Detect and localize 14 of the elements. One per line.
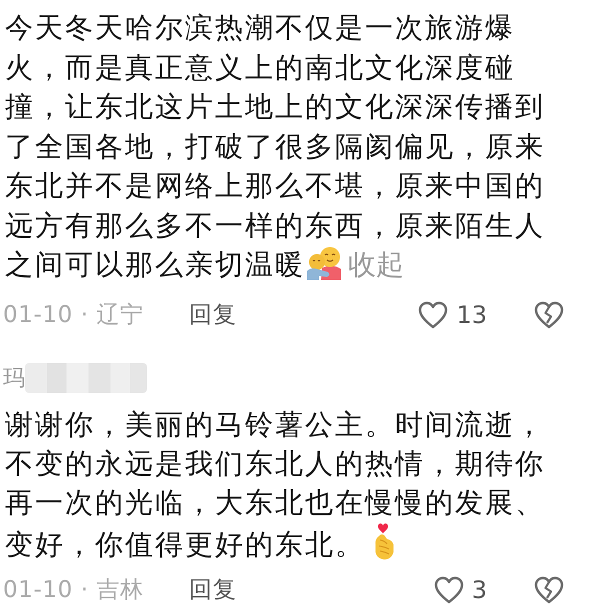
date-location-text: 01-10 · 吉林 <box>3 576 144 605</box>
hugging-faces-icon <box>306 246 342 280</box>
heart-icon[interactable] <box>434 576 464 604</box>
broken-heart-icon[interactable] <box>534 576 564 604</box>
like-count: 13 <box>456 300 487 328</box>
username-text: 玛 <box>3 364 25 392</box>
broken-heart-icon[interactable] <box>534 300 564 328</box>
reply-button[interactable]: 回复 <box>188 299 237 330</box>
date-location-text: 01-10 · 辽宁 <box>3 301 144 330</box>
reply-text: 谢谢你，美丽的马铃薯公主。时间流逝，不变的永远是我们东北人的热情，期待你再一次的光临，大东北也在慢慢的发展、变好，你值得更好的东北。 <box>5 406 546 562</box>
like-count: 3 <box>472 576 487 604</box>
comment-text: 今天冬天哈尔滨热潮不仅是一次旅游爆火，而是真正意义上的南北文化深度碰撞，让东北这片土地上的文化深深传播到了全国各地，打破了很多隔阂偏见，原来东北并不是网络上那么不堪，原来中国的远方有那么多不一样的东西，原来陌生人之间可以那么亲切温暖 收起 <box>5 10 546 283</box>
heart-icon[interactable] <box>418 300 448 328</box>
reply-button[interactable]: 回复 <box>188 574 237 605</box>
